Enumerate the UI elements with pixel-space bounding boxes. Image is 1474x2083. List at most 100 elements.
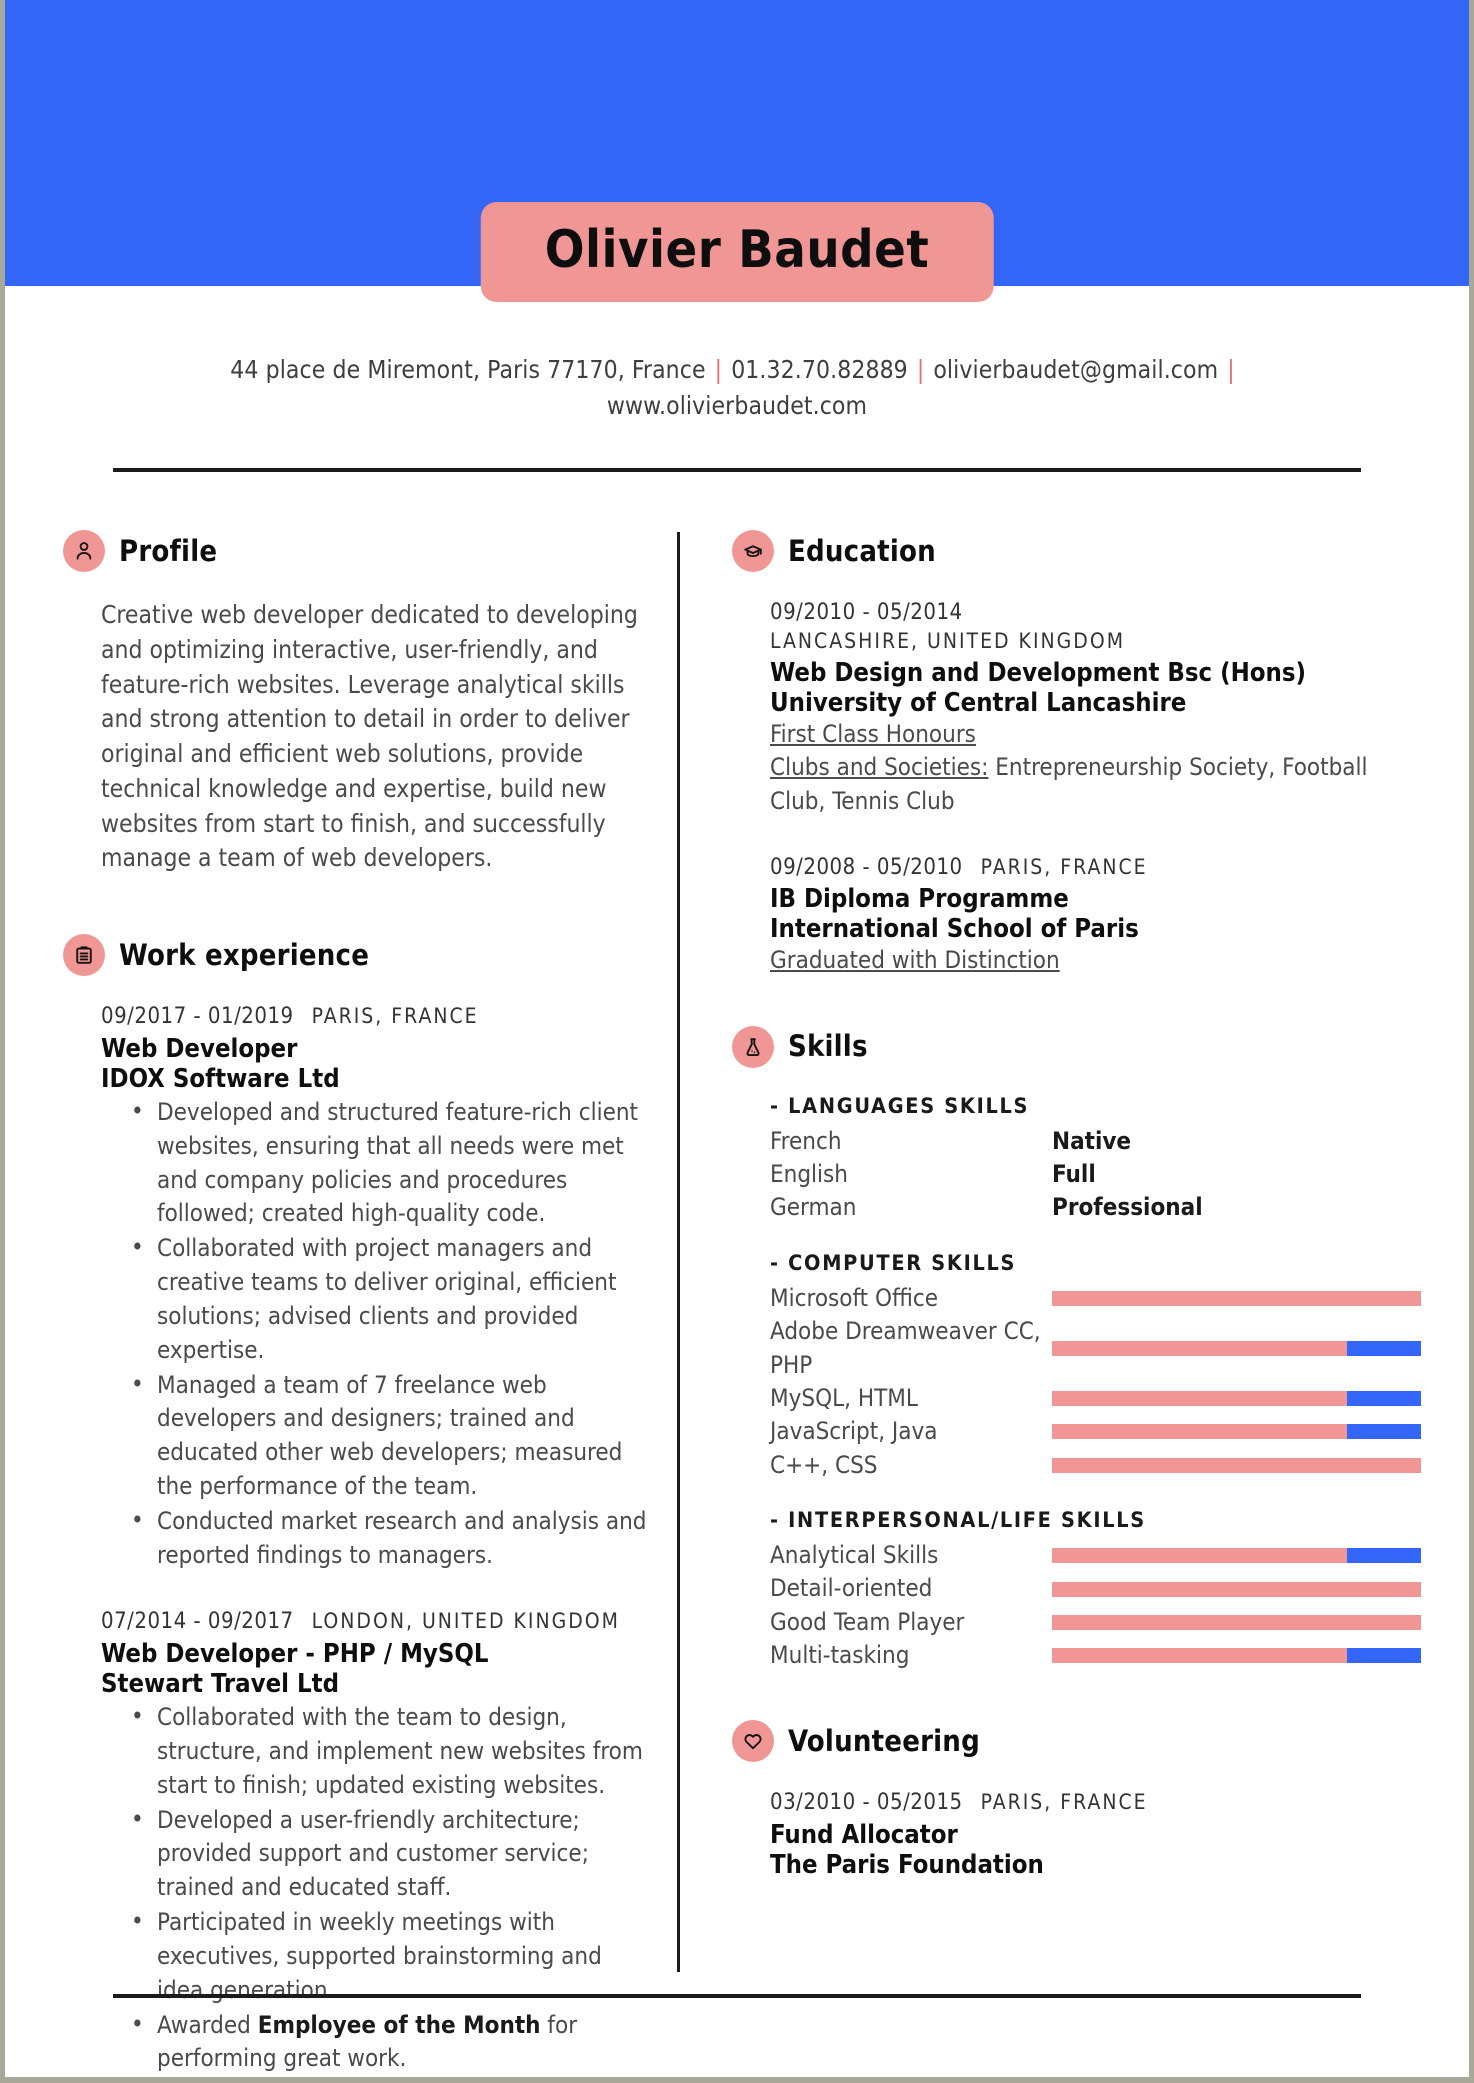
skill-bar-track: [1052, 1341, 1421, 1357]
list-item: Participated in weekly meetings with exe…: [131, 1905, 651, 2007]
graduation-cap-icon: [732, 530, 774, 572]
work-entry-bullets: Collaborated with the team to design, st…: [101, 1700, 651, 2076]
section-title-work: Work experience: [119, 937, 370, 972]
skill-bar-fill: [1052, 1457, 1421, 1473]
skill-row: English Full: [770, 1158, 1421, 1191]
skill-group-computer: - COMPUTER SKILLS Microsoft Office Adobe…: [770, 1251, 1421, 1482]
name-plate: Olivier Baudet: [480, 202, 994, 302]
skill-bar-track: [1052, 1424, 1421, 1440]
skill-bar-fill: [1052, 1424, 1348, 1440]
skill-bar-track: [1052, 1548, 1421, 1564]
section-title-skills: Skills: [788, 1029, 868, 1064]
list-item: Conducted market research and analysis a…: [131, 1504, 651, 1573]
skill-bar: [1052, 1417, 1421, 1447]
skill-row: Good Team Player: [770, 1606, 1421, 1639]
education-entry-organization: International School of Paris: [770, 914, 1139, 945]
contact-info: 44 place de Miremont, Paris 77170, Franc…: [5, 352, 1469, 425]
skill-group-title: - INTERPERSONAL/LIFE SKILLS: [770, 1507, 1146, 1533]
skill-row: German Professional: [770, 1191, 1421, 1224]
skill-bar-track: [1052, 1457, 1421, 1473]
skill-group-title: - COMPUTER SKILLS: [770, 1250, 1017, 1276]
skill-row: JavaScript, Java: [770, 1415, 1421, 1448]
bullet-bold: Employee of the Month: [257, 2010, 541, 2039]
content-columns: Profile Creative web developer dedicated…: [5, 530, 1469, 2077]
skill-row: Detail-oriented: [770, 1572, 1421, 1605]
education-entry: 09/2010 - 05/2014 LANCASHIRE, UNITED KIN…: [770, 598, 1421, 819]
education-note-underlined: Clubs and Societies:: [770, 753, 989, 782]
section-profile-header: Profile: [63, 530, 651, 572]
skill-name: MySQL, HTML: [770, 1383, 918, 1412]
skill-bar-fill: [1052, 1581, 1421, 1597]
list-item: Collaborated with project managers and c…: [131, 1231, 651, 1367]
list-item: Developed a user-friendly architecture; …: [131, 1803, 651, 1905]
skill-bar-fill: [1052, 1391, 1348, 1407]
skill-level: Full: [1052, 1160, 1096, 1189]
skill-bar-fill: [1052, 1648, 1348, 1664]
education-note-underlined: Graduated with Distinction: [770, 946, 1060, 975]
skill-name: Analytical Skills: [770, 1540, 939, 1569]
contact-separator-1: |: [714, 355, 723, 384]
divider-bottom: [113, 1994, 1361, 1998]
volunteering-entry: 03/2010 - 05/2015 PARIS, FRANCE Fund Allo…: [770, 1788, 1421, 1880]
skill-bar-fill: [1052, 1614, 1421, 1630]
skill-name: English: [770, 1160, 848, 1189]
education-entry-meta: 09/2010 - 05/2014 LANCASHIRE, UNITED KIN…: [770, 598, 1421, 656]
work-entry-bullets: Developed and structured feature-rich cl…: [101, 1095, 651, 1573]
contact-address: 44 place de Miremont, Paris 77170, Franc…: [230, 355, 706, 384]
work-entry-location: LONDON, UNITED KINGDOM: [311, 1609, 620, 1634]
education-entry-note-clubs: Clubs and Societies: Entrepreneurship So…: [770, 751, 1421, 818]
work-entry-dates: 07/2014 - 09/2017: [101, 1609, 294, 1635]
contact-separator-2: |: [916, 355, 925, 384]
left-column: Profile Creative web developer dedicated…: [5, 530, 677, 2077]
education-entry-note-honours: First Class Honours: [770, 718, 1421, 752]
skill-bar-track: [1052, 1614, 1421, 1630]
skill-row: French Native: [770, 1125, 1421, 1158]
work-entry-location: PARIS, FRANCE: [311, 1004, 479, 1029]
skill-group-title: - LANGUAGES SKILLS: [770, 1093, 1030, 1119]
skill-bar-fill: [1052, 1548, 1348, 1564]
skill-bar: [1052, 1574, 1421, 1604]
volunteering-entry-organization: The Paris Foundation: [770, 1849, 1044, 1880]
list-item: Managed a team of 7 freelance web develo…: [131, 1367, 651, 1504]
skill-bar-track: [1052, 1581, 1421, 1597]
volunteering-entry-title: Fund Allocator: [770, 1819, 958, 1850]
skill-bar: [1052, 1541, 1421, 1571]
bullet-pre: Awarded: [157, 2010, 258, 2039]
work-entry-organization: Stewart Travel Ltd: [101, 1669, 340, 1700]
skill-row: Microsoft Office: [770, 1282, 1421, 1315]
flask-icon: [732, 1025, 774, 1068]
resume-page: Olivier Baudet 44 place de Miremont, Par…: [0, 0, 1474, 2083]
work-entry-title: Web Developer: [101, 1033, 298, 1064]
work-entry-organization: IDOX Software Ltd: [101, 1063, 340, 1094]
section-work-header: Work experience: [63, 934, 651, 977]
skill-level: Native: [1052, 1126, 1132, 1155]
contact-email[interactable]: olivierbaudet@gmail.com: [933, 355, 1218, 384]
skill-bar: [1052, 1334, 1421, 1364]
education-entry-note-distinction: Graduated with Distinction: [770, 944, 1421, 978]
heart-icon: [732, 1720, 774, 1763]
section-volunteering-header: Volunteering: [732, 1720, 1421, 1763]
skill-name: French: [770, 1126, 842, 1155]
education-entry: 09/2008 - 05/2010 PARIS, FRANCE IB Diplom…: [770, 853, 1421, 978]
work-entry-title: Web Developer - PHP / MySQL: [101, 1638, 489, 1669]
work-entry-dates: 09/2017 - 01/2019: [101, 1004, 294, 1030]
skill-bar-fill: [1052, 1291, 1421, 1306]
briefcase-icon: [63, 934, 105, 977]
work-entry-meta: 07/2014 - 09/2017 LONDON, UNITED KINGDOM: [101, 1607, 651, 1636]
skill-name: German: [770, 1193, 857, 1222]
skill-bar: [1052, 1641, 1421, 1671]
contact-website[interactable]: www.olivierbaudet.com: [607, 391, 867, 420]
skill-name: Adobe Dreamweaver CC, PHP: [770, 1317, 1041, 1379]
skill-group-interpersonal: - INTERPERSONAL/LIFE SKILLS Analytical S…: [770, 1508, 1421, 1672]
right-column: Education 09/2010 - 05/2014 LANCASHIRE, …: [680, 530, 1469, 2077]
section-title-profile: Profile: [119, 533, 218, 568]
skill-name: C++, CSS: [770, 1450, 878, 1479]
person-icon: [63, 530, 105, 572]
section-title-volunteering: Volunteering: [788, 1723, 980, 1758]
skill-bar: [1052, 1284, 1421, 1314]
volunteering-entry-location: PARIS, FRANCE: [980, 1790, 1148, 1815]
education-entry-title: Web Design and Development Bsc (Hons): [770, 657, 1307, 688]
volunteering-entry-meta: 03/2010 - 05/2015 PARIS, FRANCE: [770, 1788, 1421, 1817]
skill-bar: [1052, 1384, 1421, 1414]
skill-row: Adobe Dreamweaver CC, PHP: [770, 1315, 1421, 1382]
